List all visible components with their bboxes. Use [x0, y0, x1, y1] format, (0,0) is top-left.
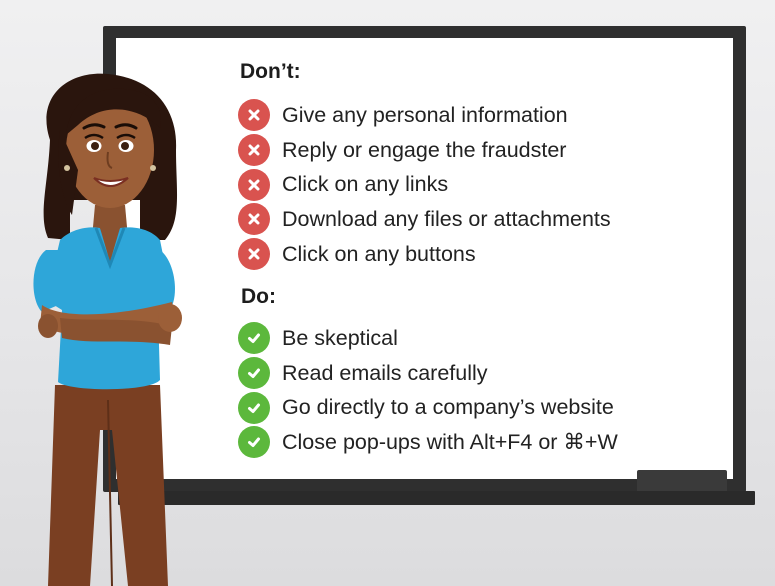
dont-item-label: Download any files or attachments: [282, 206, 611, 231]
dont-item-label: Click on any links: [282, 172, 449, 197]
do-list-item: Close pop-ups with Alt+F4 or ⌘+W: [238, 425, 618, 460]
do-list-item: Read emails carefully: [238, 356, 618, 391]
whiteboard-ledge: [118, 491, 755, 505]
dont-heading: Don’t:: [240, 60, 301, 83]
do-list-item: Be skeptical: [238, 321, 618, 356]
do-item-label: Close pop-ups with Alt+F4 or ⌘+W: [282, 429, 618, 454]
check-circle-icon: [238, 322, 270, 355]
x-circle-icon: [238, 238, 270, 271]
x-circle-icon: [238, 168, 270, 201]
dont-list-item: Click on any links: [238, 167, 611, 202]
dont-list: Give any personal information Reply or e…: [238, 98, 611, 271]
dont-item-label: Click on any buttons: [282, 241, 476, 266]
dont-list-item: Give any personal information: [238, 98, 611, 133]
dont-list-item: Reply or engage the fraudster: [238, 133, 611, 168]
presenter-character: [33, 73, 182, 586]
dont-list-item: Download any files or attachments: [238, 202, 611, 237]
dont-item-label: Reply or engage the fraudster: [282, 137, 567, 162]
do-item-label: Read emails carefully: [282, 360, 488, 385]
dont-list-item: Click on any buttons: [238, 237, 611, 272]
dont-item-label: Give any personal information: [282, 102, 568, 127]
do-list: Be skeptical Read emails carefully Go di…: [238, 321, 618, 460]
do-item-label: Be skeptical: [282, 325, 398, 350]
check-circle-icon: [238, 391, 270, 424]
check-circle-icon: [238, 357, 270, 390]
x-circle-icon: [238, 99, 270, 132]
do-heading: Do:: [241, 285, 276, 308]
slide: Don’t: Give any personal information Rep…: [0, 0, 775, 586]
x-circle-icon: [238, 134, 270, 167]
do-item-label: Go directly to a company’s website: [282, 395, 614, 420]
x-circle-icon: [238, 203, 270, 236]
check-circle-icon: [238, 426, 270, 459]
do-list-item: Go directly to a company’s website: [238, 390, 618, 425]
